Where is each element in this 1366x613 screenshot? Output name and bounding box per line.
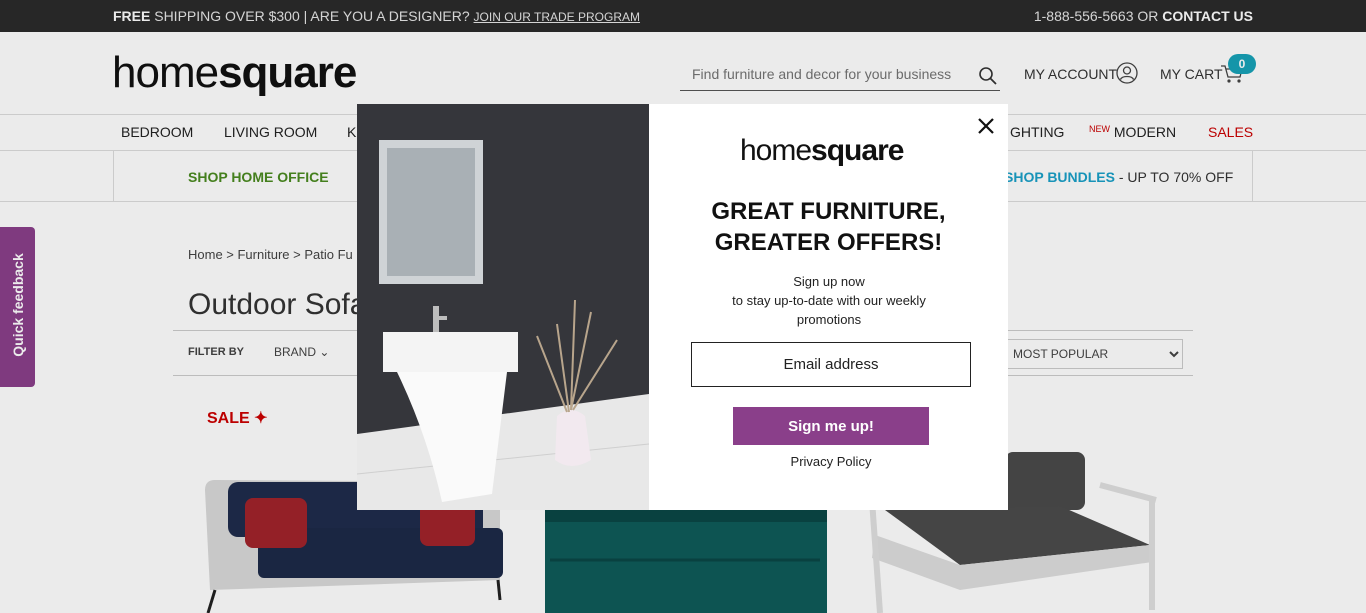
email-field[interactable] bbox=[691, 342, 971, 387]
modal-subtext-line1: Sign up now bbox=[793, 274, 865, 289]
modal-logo: homesquare bbox=[740, 134, 904, 168]
privacy-policy-link[interactable]: Privacy Policy bbox=[649, 454, 1013, 469]
close-icon[interactable] bbox=[976, 116, 996, 136]
modal-headline: GREAT FURNITURE, GREATER OFFERS! bbox=[649, 196, 1008, 258]
modal-headline-line1: GREAT FURNITURE, bbox=[711, 198, 946, 225]
modal-logo-thin: home bbox=[740, 134, 812, 167]
sign-up-button[interactable]: Sign me up! bbox=[733, 407, 929, 445]
modal-logo-bold: square bbox=[811, 134, 904, 167]
modal-subtext-line2: to stay up-to-date with our weekly promo… bbox=[732, 293, 926, 327]
signup-modal: homesquare GREAT FURNITURE, GREATER OFFE… bbox=[357, 104, 1008, 510]
modal-content: homesquare GREAT FURNITURE, GREATER OFFE… bbox=[649, 104, 1008, 510]
modal-product-photo bbox=[357, 104, 649, 510]
modal-subtext: Sign up now to stay up-to-date with our … bbox=[709, 272, 949, 329]
modal-headline-line2: GREATER OFFERS! bbox=[714, 229, 943, 256]
bathroom-sink-image bbox=[357, 104, 649, 510]
